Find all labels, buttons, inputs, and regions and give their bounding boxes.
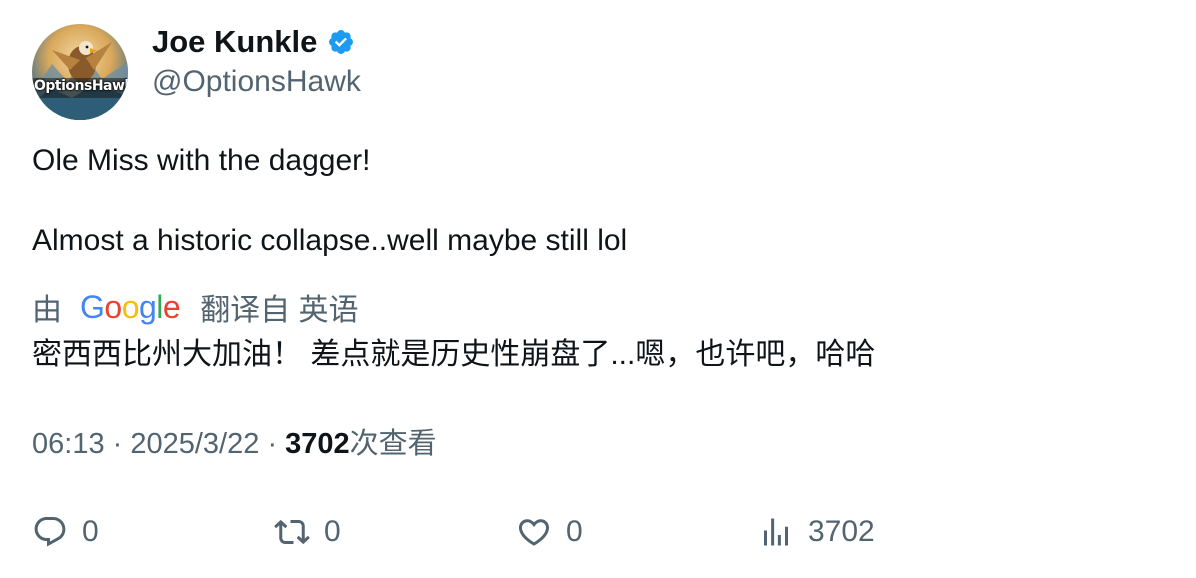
heart-icon xyxy=(518,519,550,546)
translation-suffix: 翻译自 英语 xyxy=(200,294,359,327)
views-button[interactable]: 3702 xyxy=(758,510,875,554)
meta-separator: · xyxy=(112,428,131,460)
author-name-text[interactable]: Joe Kunkle xyxy=(152,22,317,62)
translation-attribution: 由 Google 翻译自 英语 xyxy=(32,287,359,328)
hawk-logo-icon xyxy=(32,41,128,120)
tweet-time[interactable]: 06:13 xyxy=(32,428,105,460)
like-button[interactable]: 0 xyxy=(516,510,583,554)
avatar[interactable]: OptionsHawk xyxy=(32,24,128,120)
meta-separator: · xyxy=(267,428,286,460)
tweet-date[interactable]: 2025/3/22 xyxy=(130,428,259,460)
tweet-card: OptionsHawk Joe Kunkle @OptionsHawk Ole … xyxy=(0,0,1196,578)
retweet-count: 0 xyxy=(324,515,341,548)
analytics-icon xyxy=(764,518,788,546)
like-count: 0 xyxy=(566,515,583,548)
google-logo: Google xyxy=(80,288,181,325)
retweet-icon xyxy=(274,519,310,545)
translation-prefix: 由 xyxy=(32,294,62,327)
translated-tweet-text: 密西西比州大加油！ 差点就是历史性崩盘了...嗯，也许吧，哈哈 xyxy=(32,338,876,371)
tweet-text-line: Almost a historic collapse..well maybe s… xyxy=(32,224,628,257)
verified-badge-icon xyxy=(329,30,354,54)
tweet-text-line: Ole Miss with the dagger! xyxy=(32,144,371,177)
avatar-logo-text: OptionsHawk xyxy=(34,78,128,94)
views-count: 3702 xyxy=(285,428,350,460)
tweet-metadata: 06:13 · 2025/3/22 · 3702次查看 xyxy=(32,424,437,464)
reply-button[interactable]: 0 xyxy=(32,510,99,554)
author-display-name[interactable]: Joe Kunkle xyxy=(152,22,355,62)
reply-icon xyxy=(34,517,66,547)
views-action-count: 3702 xyxy=(808,515,875,548)
author-handle[interactable]: @OptionsHawk xyxy=(152,62,361,102)
retweet-button[interactable]: 0 xyxy=(274,510,341,554)
reply-count: 0 xyxy=(82,515,99,548)
views-label: 次查看 xyxy=(349,428,437,460)
